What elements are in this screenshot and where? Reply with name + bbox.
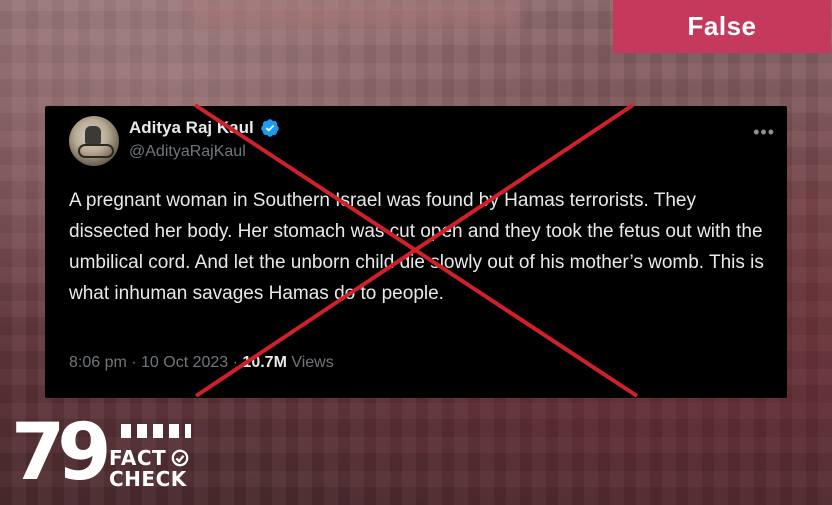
avatar-rider [85,126,101,144]
verified-badge-icon [260,119,279,137]
logo-text-check: CHECK [109,467,187,491]
tweet-time[interactable]: 8:06 pm [69,354,127,371]
background-blurred-text [190,0,520,28]
tweet-card[interactable]: Aditya Raj Kaul @AdityaRajKaul ••• A pre… [45,106,787,398]
views-count: 10.7M [242,354,287,371]
tweet-meta: 8:06 pm · 10 Oct 2023 · 10.7M Views [69,354,334,372]
author-handle[interactable]: @AdityaRajKaul [129,143,246,161]
checkmark-icon [171,449,189,467]
fact-check-logo: 79 FACT CHECK [11,408,191,498]
views-label: Views [291,354,334,371]
tweet-text: A pregnant woman in Southern Israel was … [69,190,764,304]
avatar[interactable] [69,116,119,166]
meta-separator-1: · [126,354,142,371]
more-options-icon[interactable]: ••• [753,122,775,143]
logo-number: 79 [11,408,112,498]
verdict-label: False [687,11,757,41]
logo-crown [121,424,191,438]
verdict-badge: False [613,0,831,53]
meta-separator-2: · [228,354,243,371]
avatar-bike [78,144,114,158]
tweet-date[interactable]: 10 Oct 2023 [141,354,228,371]
author-name[interactable]: Aditya Raj Kaul [129,118,254,138]
author-row: Aditya Raj Kaul [129,118,280,138]
